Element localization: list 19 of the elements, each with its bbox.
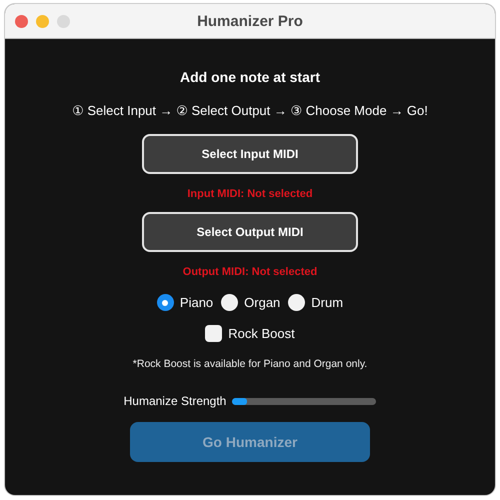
heading: Add one note at start (180, 69, 320, 85)
strength-slider[interactable] (232, 398, 376, 404)
select-output-button[interactable]: Select Output MIDI (142, 212, 358, 252)
checkbox-label: Rock Boost (228, 326, 295, 341)
footnote: *Rock Boost is available for Piano and Organ only. (132, 358, 368, 370)
radio-button[interactable] (221, 294, 238, 311)
radio-button[interactable] (288, 294, 306, 311)
select-input-button[interactable]: Select Input MIDI (142, 134, 358, 174)
radio-label: Organ (244, 295, 280, 310)
window-close-button[interactable] (15, 14, 28, 28)
steps-instruction: ① Select Input → ② Select Output → ③ Choose Mode → Go! (72, 103, 428, 119)
input-status: Input MIDI: Not selected (187, 188, 313, 200)
output-status: Output MIDI: Not selected (182, 266, 318, 278)
checkbox[interactable] (205, 325, 222, 342)
radio-label: Piano (180, 295, 214, 310)
window-title: Humanizer Pro (197, 12, 303, 30)
radio-button[interactable] (156, 294, 174, 311)
slider-label: Humanize Strength (124, 394, 226, 408)
radio-label: Drum (311, 295, 344, 310)
